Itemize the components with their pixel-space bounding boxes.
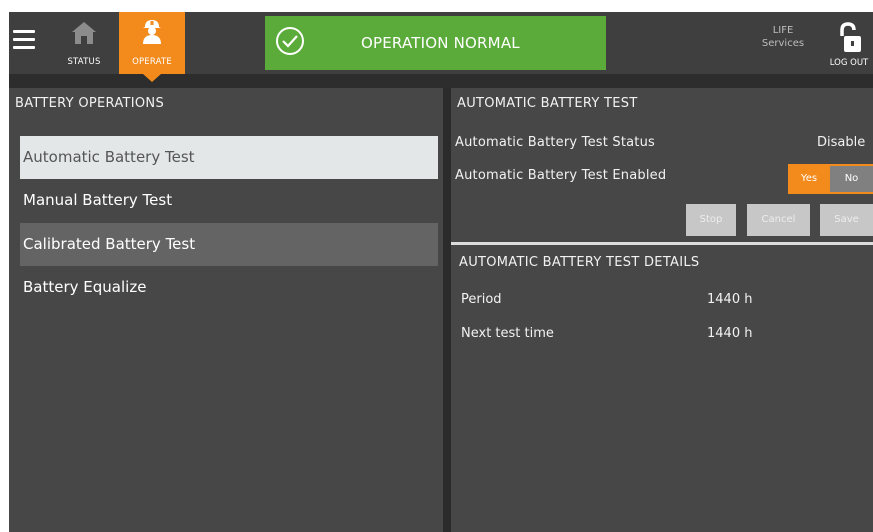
tab-status-label: STATUS	[67, 57, 101, 67]
logout-label: LOG OUT	[829, 58, 869, 68]
tab-operate-label: OPERATE	[132, 57, 172, 67]
period-value: 1440 h	[707, 292, 753, 307]
operator-icon	[143, 20, 161, 44]
life-services-link[interactable]: LIFE Services	[753, 24, 813, 50]
section-title: AUTOMATIC BATTERY TEST	[457, 96, 638, 111]
period-label: Period	[461, 292, 502, 307]
stop-button[interactable]: Stop	[686, 204, 736, 236]
menu-item-manual-battery-test[interactable]: Manual Battery Test	[20, 179, 438, 222]
logout-button[interactable]: LOG OUT	[823, 16, 873, 72]
status-banner-text: OPERATION NORMAL	[361, 34, 520, 52]
cancel-button[interactable]: Cancel	[747, 204, 810, 236]
toggle-yes[interactable]: Yes	[790, 166, 828, 192]
details-title: AUTOMATIC BATTERY TEST DETAILS	[459, 255, 700, 270]
services-label: Services	[761, 38, 805, 49]
app-frame: STATUS OPERATE OPERATION NORMAL LIFE Ser…	[9, 12, 873, 532]
test-status-value: Disable	[817, 135, 866, 150]
life-label: LIFE	[772, 25, 794, 36]
toggle-no[interactable]: No	[830, 166, 873, 192]
save-button[interactable]: Save	[820, 204, 873, 236]
unlock-icon	[840, 22, 861, 52]
automatic-battery-test-panel: AUTOMATIC BATTERY TEST Automatic Battery…	[451, 88, 873, 532]
check-circle-icon	[276, 27, 304, 55]
panel-title: BATTERY OPERATIONS	[15, 96, 165, 111]
menu-icon[interactable]	[13, 30, 39, 52]
menu-item-battery-equalize[interactable]: Battery Equalize	[20, 266, 438, 309]
next-test-time-value: 1440 h	[707, 326, 753, 341]
header-divider	[9, 74, 873, 88]
next-test-time-label: Next test time	[461, 326, 554, 341]
menu-item-automatic-battery-test[interactable]: Automatic Battery Test	[20, 136, 438, 179]
tab-status[interactable]: STATUS	[57, 12, 111, 74]
menu-item-calibrated-battery-test[interactable]: Calibrated Battery Test	[20, 223, 438, 266]
panel-divider	[443, 88, 451, 532]
test-enabled-label: Automatic Battery Test Enabled	[455, 168, 667, 183]
enabled-toggle: Yes No	[788, 164, 873, 194]
tab-operate[interactable]: OPERATE	[119, 12, 185, 74]
active-tab-pointer	[143, 74, 161, 82]
test-status-label: Automatic Battery Test Status	[455, 135, 656, 150]
header-bar: STATUS OPERATE OPERATION NORMAL LIFE Ser…	[9, 12, 873, 74]
section-divider	[451, 242, 873, 245]
battery-operations-panel: BATTERY OPERATIONS Automatic Battery Tes…	[9, 88, 443, 532]
status-banner: OPERATION NORMAL	[265, 16, 606, 70]
home-icon	[72, 22, 96, 44]
